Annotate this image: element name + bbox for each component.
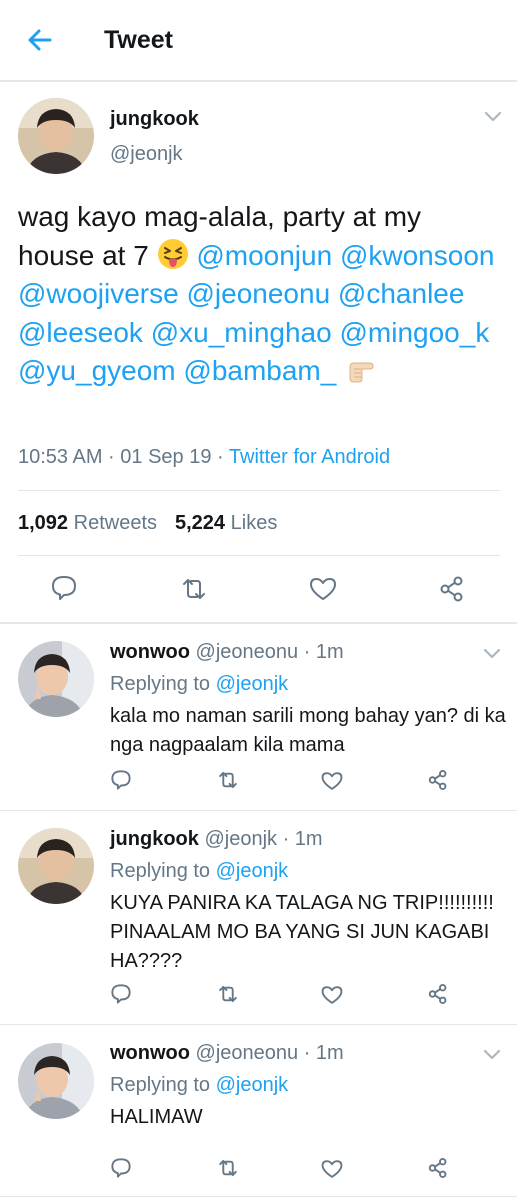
retweet-icon[interactable]: [217, 769, 239, 791]
mention-link[interactable]: @chanlee: [338, 278, 465, 309]
retweet-icon[interactable]: [217, 1157, 239, 1179]
squinting-tongue-emoji-icon: [157, 238, 188, 269]
avatar[interactable]: [18, 641, 94, 717]
reply-author-name[interactable]: wonwoo: [110, 1042, 190, 1064]
chevron-down-icon[interactable]: [483, 648, 501, 660]
avatar[interactable]: [18, 828, 94, 904]
divider: [18, 555, 500, 556]
tweet-text: wag kayo mag-alala, party at my house at…: [18, 198, 498, 391]
author-name[interactable]: jungkook: [110, 108, 199, 131]
reply-author-handle[interactable]: @jeoneonu · 1m: [196, 641, 344, 663]
avatar[interactable]: [18, 1043, 94, 1119]
retweet-count[interactable]: 1,092: [18, 512, 68, 534]
mention-link[interactable]: @jeoneonu: [186, 278, 330, 309]
reply-header: jungkook @jeonjk · 1m: [110, 828, 323, 851]
comment-icon[interactable]: [50, 574, 78, 602]
comment-icon[interactable]: [110, 769, 132, 791]
mention-link[interactable]: @xu_minghao: [151, 317, 332, 348]
heart-icon[interactable]: [321, 984, 343, 1006]
share-icon[interactable]: [427, 983, 449, 1005]
share-icon[interactable]: [438, 575, 466, 603]
reply-author-name[interactable]: jungkook: [110, 828, 199, 850]
mention-link[interactable]: @moonjun: [196, 240, 332, 271]
reply-author-handle[interactable]: @jeonjk · 1m: [204, 828, 322, 850]
replying-to-mention[interactable]: @jeonjk: [216, 860, 289, 882]
tweet-stats: 1,092 Retweets 5,224 Likes: [18, 512, 277, 535]
top-bar: Tweet: [0, 0, 517, 82]
pointing-hand-emoji-icon: [349, 362, 374, 383]
like-count[interactable]: 5,224: [175, 512, 225, 534]
replying-to-label: Replying to: [110, 1074, 216, 1096]
replying-to: Replying to @jeonjk: [110, 1074, 288, 1097]
chevron-down-icon[interactable]: [483, 1049, 501, 1061]
arrow-left-icon[interactable]: [24, 24, 56, 56]
replying-to-label: Replying to: [110, 860, 216, 882]
reply-text: KUYA PANIRA KA TALAGA NG TRIP!!!!!!!!!! …: [110, 892, 494, 972]
divider: [0, 810, 517, 811]
reply-header: wonwoo @jeoneonu · 1m: [110, 1042, 344, 1065]
heart-icon[interactable]: [309, 575, 337, 603]
avatar[interactable]: [18, 98, 94, 174]
mention-link[interactable]: @yu_gyeom: [18, 355, 176, 386]
reply-author-name[interactable]: wonwoo: [110, 641, 190, 663]
divider: [0, 1024, 517, 1025]
mention-link[interactable]: @leeseok: [18, 317, 143, 348]
share-icon[interactable]: [427, 769, 449, 791]
mention-link[interactable]: @kwonsoon: [340, 240, 495, 271]
reply-header: wonwoo @jeoneonu · 1m: [110, 641, 344, 664]
divider: [0, 1196, 517, 1197]
tweet-meta: 10:53 AM · 01 Sep 19 · Twitter for Andro…: [18, 446, 390, 469]
replying-to: Replying to @jeonjk: [110, 860, 288, 883]
reply-text: HALIMAW: [110, 1106, 203, 1128]
author-handle[interactable]: @jeonjk: [110, 143, 183, 166]
reply-text: kala mo naman sarili mong bahay yan? di …: [110, 705, 506, 756]
page-title: Tweet: [104, 26, 173, 54]
share-icon[interactable]: [427, 1157, 449, 1179]
mention-link[interactable]: @bambam_: [183, 355, 336, 386]
heart-icon[interactable]: [321, 770, 343, 792]
comment-icon[interactable]: [110, 983, 132, 1005]
divider: [0, 622, 517, 624]
replying-to-label: Replying to: [110, 673, 216, 695]
comment-icon[interactable]: [110, 1157, 132, 1179]
replying-to-mention[interactable]: @jeonjk: [216, 673, 289, 695]
retweet-icon[interactable]: [180, 575, 208, 603]
replying-to: Replying to @jeonjk: [110, 673, 288, 696]
chevron-down-icon[interactable]: [484, 111, 502, 123]
mention-link[interactable]: @woojiverse: [18, 278, 179, 309]
divider: [18, 490, 500, 491]
retweets-label[interactable]: Retweets: [74, 512, 157, 534]
heart-icon[interactable]: [321, 1158, 343, 1180]
retweet-icon[interactable]: [217, 983, 239, 1005]
reply-author-handle[interactable]: @jeoneonu · 1m: [196, 1042, 344, 1064]
likes-label[interactable]: Likes: [231, 512, 278, 534]
mention-link[interactable]: @mingoo_k: [339, 317, 489, 348]
tweet-timestamp: 10:53 AM · 01 Sep 19 ·: [18, 446, 229, 468]
replying-to-mention[interactable]: @jeonjk: [216, 1074, 289, 1096]
tweet-source-link[interactable]: Twitter for Android: [229, 446, 390, 468]
